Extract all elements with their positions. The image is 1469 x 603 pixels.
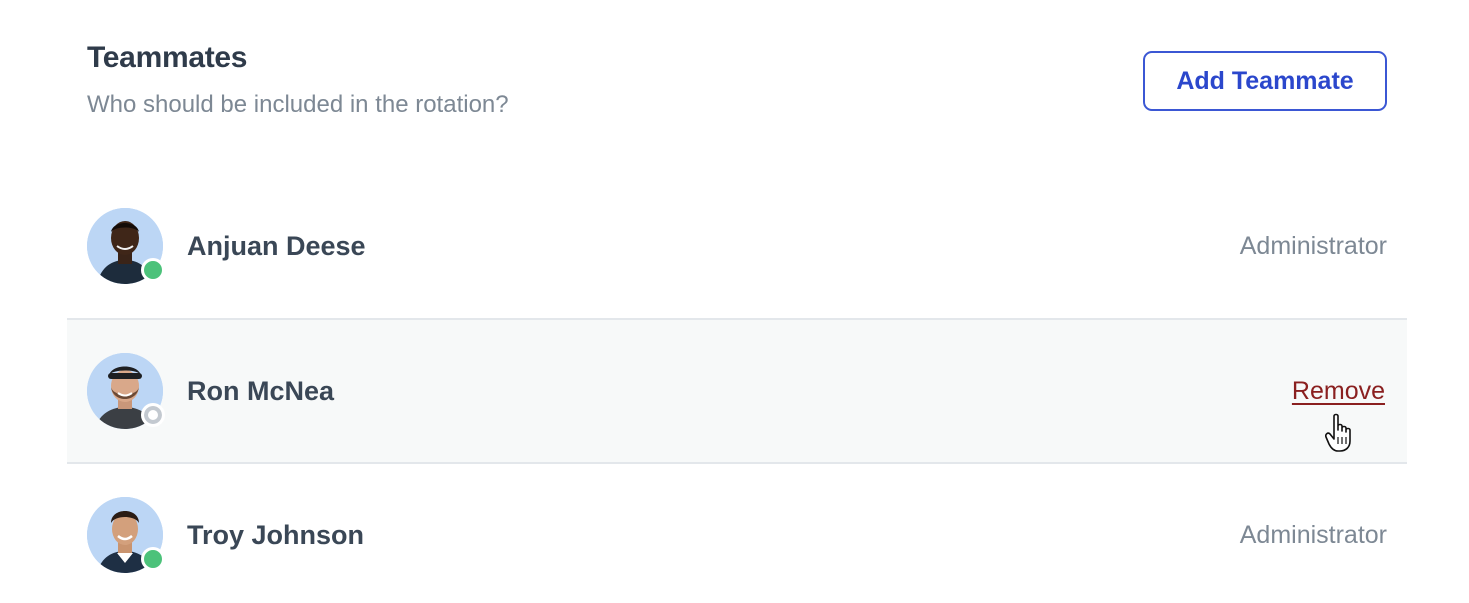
- avatar: [87, 353, 165, 429]
- avatar: [87, 497, 165, 573]
- teammates-panel: Teammates Who should be included in the …: [0, 0, 1469, 603]
- page-subtitle: Who should be included in the rotation?: [87, 91, 509, 118]
- teammate-row: Troy Johnson Administrator: [67, 462, 1407, 603]
- remove-link[interactable]: Remove: [1292, 377, 1385, 406]
- hand-cursor-icon: [1325, 413, 1351, 452]
- teammate-name: Troy Johnson: [187, 519, 365, 550]
- teammate-role: Administrator: [1239, 231, 1387, 260]
- teammate-role: Administrator: [1239, 520, 1387, 549]
- teammate-list: Anjuan Deese Administrator Ron McNea Rem…: [67, 174, 1407, 603]
- teammate-row: Anjuan Deese Administrator: [67, 174, 1407, 318]
- online-status-indicator: [141, 258, 165, 282]
- page-title: Teammates: [87, 41, 248, 74]
- offline-status-indicator: [141, 403, 165, 427]
- add-teammate-button[interactable]: Add Teammate: [1143, 51, 1387, 111]
- online-status-indicator: [141, 547, 165, 571]
- avatar: [87, 208, 165, 284]
- teammate-name: Ron McNea: [187, 375, 335, 406]
- teammate-row[interactable]: Ron McNea Remove: [67, 318, 1407, 462]
- teammate-name: Anjuan Deese: [187, 230, 366, 261]
- panel-header: Teammates Who should be included in the …: [87, 40, 509, 120]
